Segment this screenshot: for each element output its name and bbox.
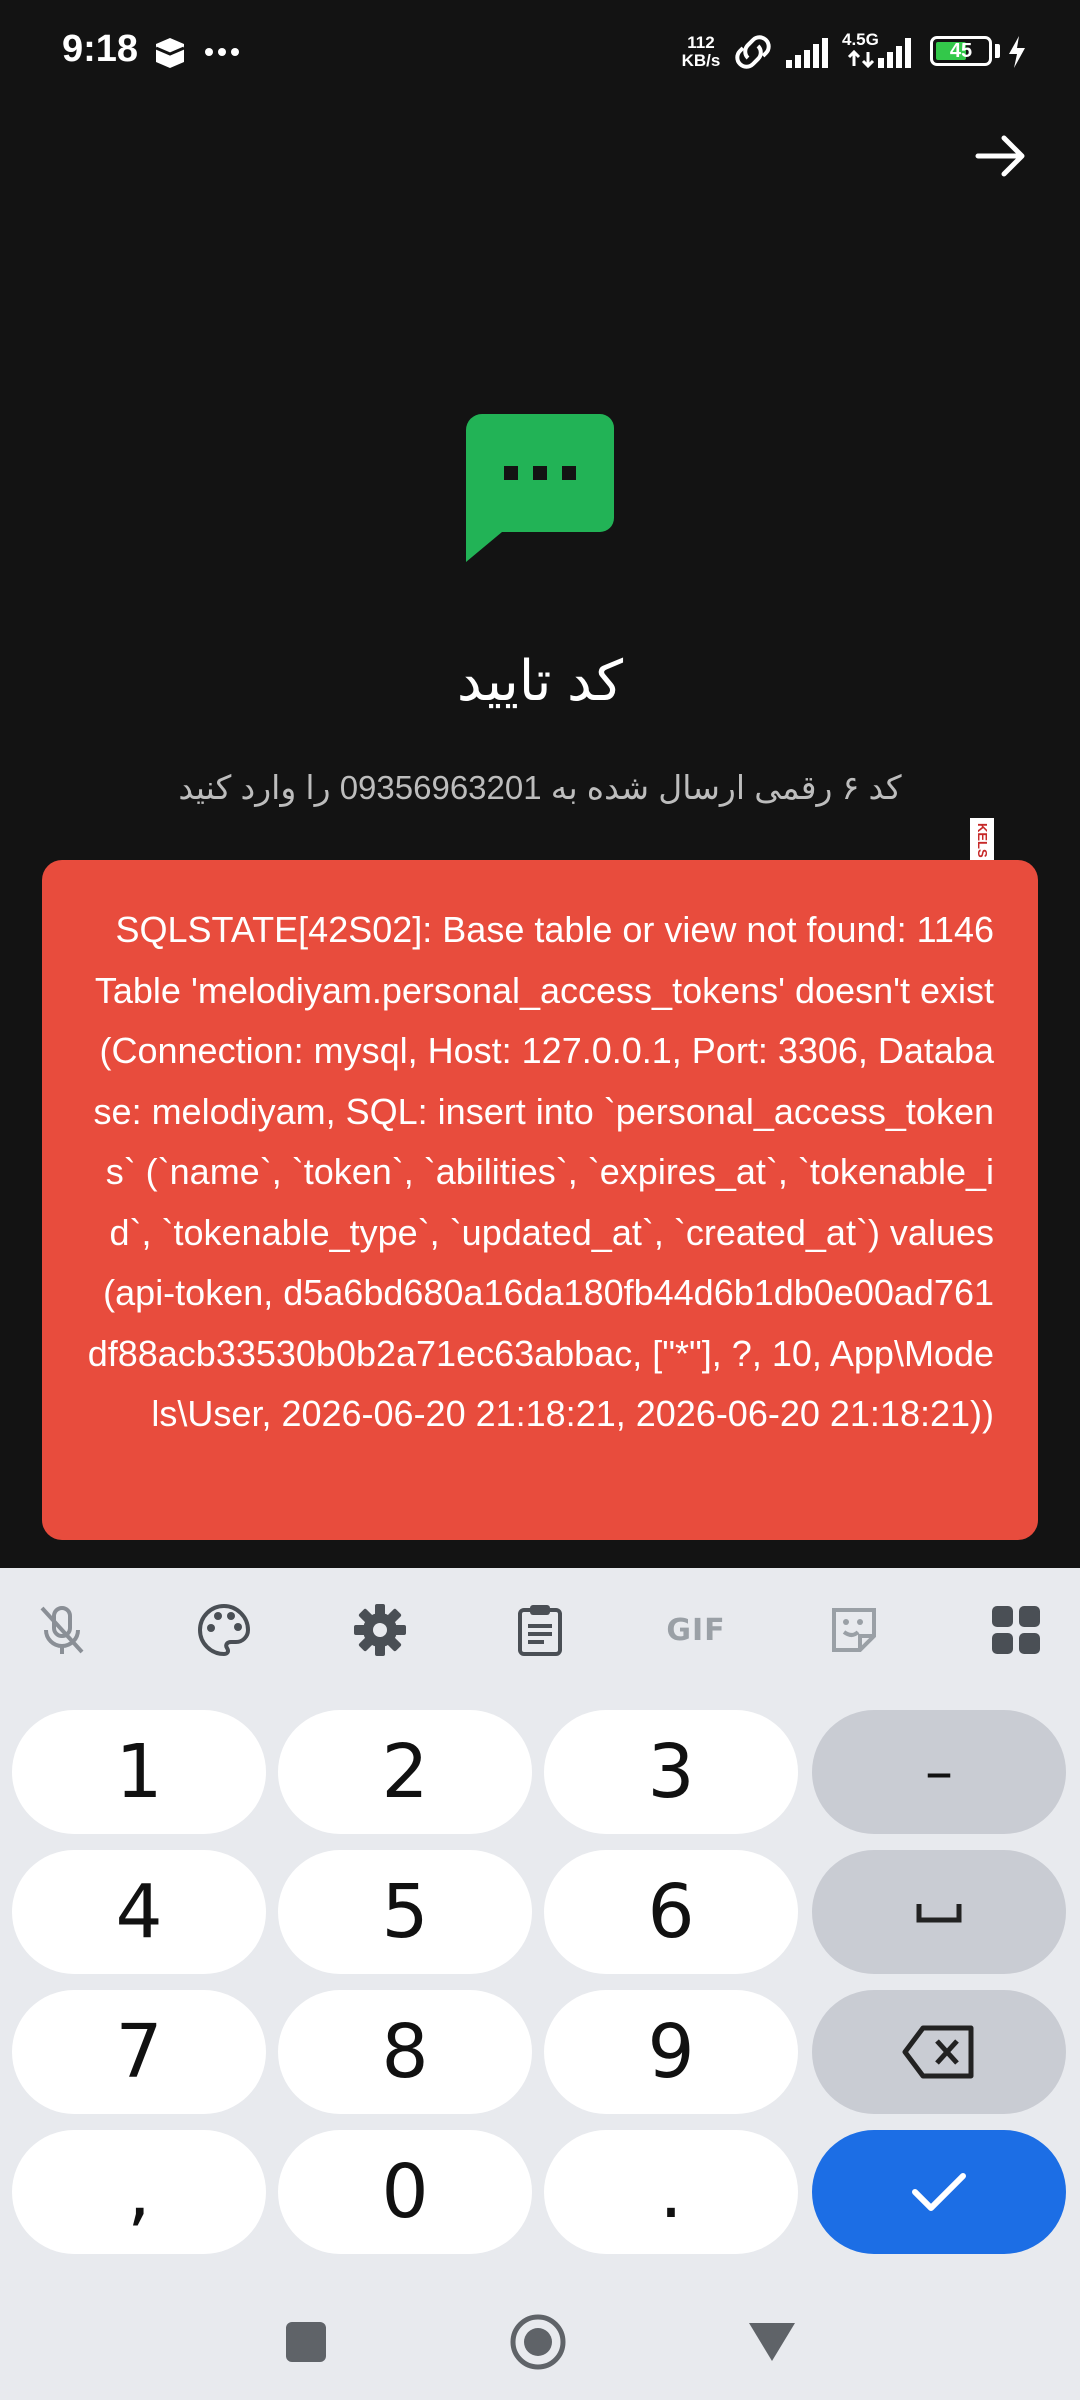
checkmark-icon <box>912 2173 966 2211</box>
mic-off-icon[interactable] <box>30 1598 94 1662</box>
battery-level: 45 <box>949 40 973 62</box>
backspace-icon <box>902 2025 974 2079</box>
key-9[interactable]: 9 <box>544 1990 798 2114</box>
status-bar: 9:18 112 KB/s 4.5G 45 <box>0 0 1080 104</box>
key-space[interactable] <box>812 1850 1066 1974</box>
kaaba-icon <box>155 38 185 68</box>
screen: 9:18 112 KB/s 4.5G 45 کد تایید کد ۶ رقمی… <box>0 0 1080 2400</box>
battery-icon: 45 <box>930 36 992 66</box>
key-minus[interactable]: – <box>812 1710 1066 1834</box>
error-toast: SQLSTATE[42S02]: Base table or view not … <box>42 860 1038 1540</box>
gif-label: GIF <box>666 1612 726 1648</box>
signal-strength-2-icon <box>878 38 911 68</box>
side-tag: KELS <box>970 818 994 862</box>
sticker-icon[interactable] <box>822 1598 886 1662</box>
net-speed-value: 112 <box>687 33 715 52</box>
status-time: 9:18 <box>62 28 139 70</box>
data-arrows-icon <box>847 50 875 68</box>
net-speed-unit: KB/s <box>681 51 721 70</box>
key-4[interactable]: 4 <box>12 1850 266 1974</box>
key-3[interactable]: 3 <box>544 1710 798 1834</box>
recents-square-icon <box>286 2322 326 2362</box>
more-dots-icon <box>205 48 239 56</box>
key-2[interactable]: 2 <box>278 1710 532 1834</box>
key-8[interactable]: 8 <box>278 1990 532 2114</box>
key-backspace[interactable] <box>812 1990 1066 2114</box>
gif-button[interactable]: GIF <box>664 1598 728 1662</box>
apps-grid-icon[interactable] <box>984 1598 1048 1662</box>
back-button-nav[interactable] <box>740 2310 804 2374</box>
key-7[interactable]: 7 <box>12 1990 266 2114</box>
net-speed: 112 KB/s <box>678 34 724 70</box>
home-circle-icon <box>510 2314 566 2370</box>
back-arrow-icon[interactable] <box>970 124 1034 188</box>
home-button[interactable] <box>506 2310 570 2374</box>
key-0[interactable]: 0 <box>278 2130 532 2254</box>
key-1[interactable]: 1 <box>12 1710 266 1834</box>
sms-message-icon <box>466 414 614 562</box>
palette-icon[interactable] <box>192 1598 256 1662</box>
key-period[interactable]: . <box>544 2130 798 2254</box>
hotspot-link-icon <box>735 35 771 69</box>
charging-bolt-icon <box>1009 36 1025 68</box>
error-message: SQLSTATE[42S02]: Base table or view not … <box>87 909 994 1434</box>
key-5[interactable]: 5 <box>278 1850 532 1974</box>
back-triangle-icon <box>749 2323 795 2361</box>
recents-button[interactable] <box>274 2310 338 2374</box>
navigation-bar <box>0 2270 1080 2400</box>
clipboard-icon[interactable] <box>508 1598 572 1662</box>
page-subtitle: کد ۶ رقمی ارسال شده به 09356963201 را وا… <box>178 769 902 806</box>
page-title: کد تایید <box>456 649 624 712</box>
signal-strength-icon <box>786 38 828 68</box>
keyboard-toolbar: GIF <box>0 1568 1080 1688</box>
key-6[interactable]: 6 <box>544 1850 798 1974</box>
space-bar-icon <box>916 1904 962 1923</box>
battery-tip <box>995 44 1000 58</box>
key-comma[interactable]: , <box>12 2130 266 2254</box>
key-enter[interactable] <box>812 2130 1066 2254</box>
settings-gear-icon[interactable] <box>348 1598 412 1662</box>
network-type-label: 4.5G <box>842 30 879 49</box>
